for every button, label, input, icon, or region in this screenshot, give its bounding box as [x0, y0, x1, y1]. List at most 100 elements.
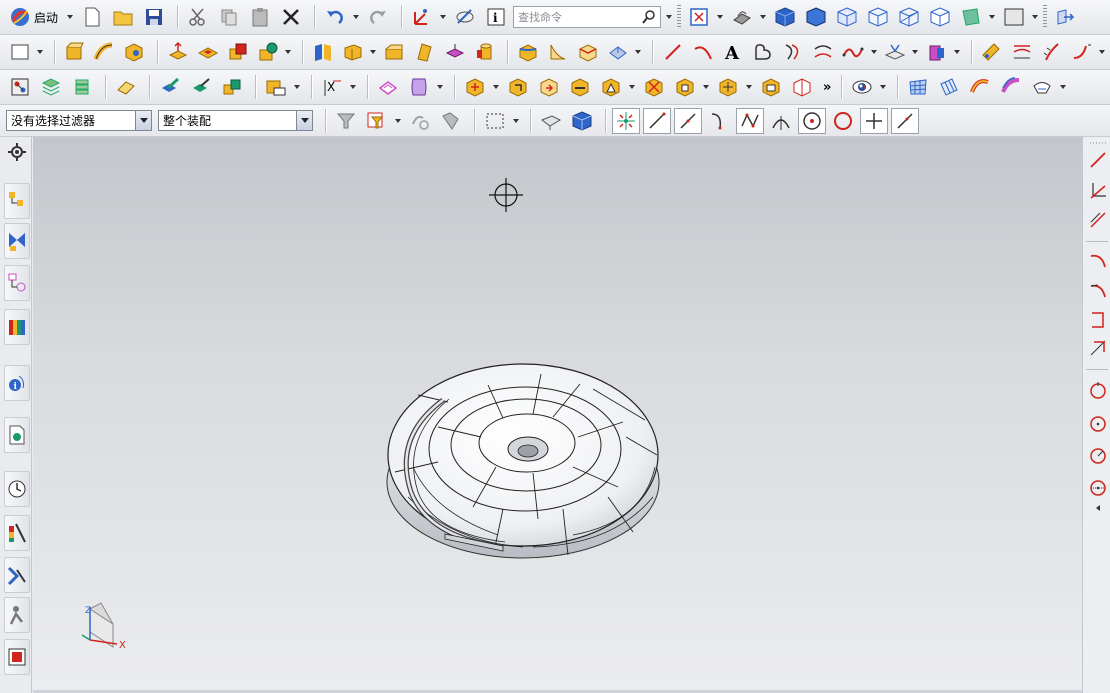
- edit-object-display-button[interactable]: [112, 73, 140, 101]
- part-navigator-tab[interactable]: [4, 265, 30, 301]
- project-dropdown[interactable]: [911, 38, 919, 66]
- delete-button[interactable]: [277, 3, 305, 31]
- assembly-constraint-button[interactable]: [262, 73, 290, 101]
- process-studio-tab[interactable]: [4, 471, 30, 507]
- general-selection-filter-button[interactable]: [332, 107, 360, 135]
- filter-dropdown[interactable]: [394, 107, 402, 135]
- show-hide-dropdown[interactable]: [879, 73, 887, 101]
- select-solid-button[interactable]: [568, 107, 596, 135]
- snap-endpoint-toggle[interactable]: [643, 107, 671, 134]
- dim-edges-button[interactable]: [895, 3, 923, 31]
- reuse-library-tab[interactable]: [4, 309, 30, 345]
- block-button[interactable]: [121, 38, 148, 66]
- exploded-view-button[interactable]: [640, 73, 668, 101]
- fit-view-dropdown[interactable]: [716, 3, 724, 31]
- pattern-button[interactable]: X: [318, 73, 346, 101]
- shaded-edges-button[interactable]: [802, 3, 830, 31]
- outline-curve-button[interactable]: [749, 38, 776, 66]
- add-component-button[interactable]: [156, 73, 184, 101]
- line-tool-button[interactable]: [1087, 149, 1109, 171]
- line-button[interactable]: [659, 38, 686, 66]
- history-tab[interactable]: [4, 417, 30, 453]
- boolean-button[interactable]: [224, 38, 251, 66]
- search-dropdown[interactable]: [665, 3, 673, 31]
- derived-curve-dropdown[interactable]: [953, 38, 961, 66]
- snap-point-on-curve-toggle[interactable]: [891, 107, 919, 134]
- shaded-view-button[interactable]: [771, 3, 799, 31]
- save-button[interactable]: [140, 3, 168, 31]
- assembly-navigator-button[interactable]: [6, 73, 34, 101]
- resource-bar-settings-button[interactable]: [4, 139, 30, 165]
- circle-diameter-button[interactable]: [1087, 477, 1109, 499]
- intersection-curve-button[interactable]: [923, 38, 950, 66]
- drafting-dropdown[interactable]: [436, 73, 444, 101]
- component-properties-button[interactable]: [714, 73, 742, 101]
- manufacturing-wizard-tab[interactable]: [4, 515, 30, 551]
- extrude-button[interactable]: [61, 38, 88, 66]
- redo-button[interactable]: [364, 3, 392, 31]
- arc-fillet-button[interactable]: [1087, 337, 1109, 359]
- edge-blend-button[interactable]: [514, 38, 541, 66]
- sheet-metal-button[interactable]: [374, 73, 402, 101]
- wcs-button[interactable]: [408, 3, 436, 31]
- toolbar-overflow-mark[interactable]: »: [823, 80, 831, 95]
- undo-list-dropdown[interactable]: [352, 3, 360, 31]
- studio-surface-button[interactable]: [935, 73, 963, 101]
- wireframe-button[interactable]: [833, 3, 861, 31]
- chamfer-button[interactable]: [574, 38, 601, 66]
- check-clearance-button[interactable]: [597, 73, 625, 101]
- surface-dropdown[interactable]: [1059, 73, 1067, 101]
- replace-component-button[interactable]: [504, 73, 532, 101]
- axis-line-button[interactable]: [1087, 179, 1109, 201]
- reposition-button[interactable]: [535, 73, 563, 101]
- text-button[interactable]: A: [719, 38, 746, 66]
- shell-button[interactable]: [254, 38, 281, 66]
- wrap-assembly-button[interactable]: [788, 73, 816, 101]
- selection-scope-select[interactable]: 整个装配: [158, 110, 313, 131]
- layer-settings-button[interactable]: [37, 73, 65, 101]
- toolbar-grip[interactable]: [677, 5, 682, 29]
- cylinder-button[interactable]: [471, 38, 498, 66]
- snap-arc-center-button[interactable]: [767, 107, 795, 135]
- curve-dropdown[interactable]: [870, 38, 878, 66]
- graphics-viewport[interactable]: Z X: [33, 137, 1082, 690]
- chevron-down-icon[interactable]: [135, 111, 151, 130]
- draft-button[interactable]: [441, 38, 468, 66]
- trim-body-button[interactable]: [381, 38, 408, 66]
- show-hide-button[interactable]: [848, 73, 876, 101]
- undo-button[interactable]: [321, 3, 349, 31]
- snap-control-point-button[interactable]: [705, 107, 733, 135]
- move-component-button[interactable]: [461, 73, 489, 101]
- right-toolbar-scroll-button[interactable]: [1087, 503, 1109, 513]
- deviation-button[interactable]: [1068, 38, 1095, 66]
- project-curve-button[interactable]: [881, 38, 908, 66]
- palette-tab[interactable]: [4, 639, 30, 675]
- variational-sweep-button[interactable]: [997, 73, 1025, 101]
- command-search-box[interactable]: 查找命令: [513, 6, 662, 28]
- sweep-button[interactable]: [91, 38, 118, 66]
- check-dropdown[interactable]: [628, 73, 636, 101]
- bridge-curve-button[interactable]: [810, 38, 837, 66]
- reset-filter-button[interactable]: [363, 107, 391, 135]
- face-blend-button[interactable]: [544, 38, 571, 66]
- circle-center-button[interactable]: [1087, 413, 1109, 435]
- new-component-button[interactable]: [187, 73, 215, 101]
- toolbar-grip[interactable]: [1043, 5, 1048, 29]
- pattern-dropdown[interactable]: [349, 73, 357, 101]
- web-browser-tab[interactable]: i: [4, 365, 30, 401]
- snap-quadrant-button[interactable]: [829, 107, 857, 135]
- measure-button[interactable]: [978, 38, 1005, 66]
- split-body-button[interactable]: [411, 38, 438, 66]
- face-analysis-button[interactable]: [957, 3, 985, 31]
- constraint-dropdown[interactable]: [293, 73, 301, 101]
- hidden-edges-button[interactable]: [864, 3, 892, 31]
- view-window-button[interactable]: [6, 38, 33, 66]
- arc-three-point-button[interactable]: [1087, 249, 1109, 271]
- analysis-dropdown[interactable]: [1098, 38, 1106, 66]
- roles-tab[interactable]: [4, 557, 30, 593]
- type-filter-select[interactable]: 没有选择过滤器: [6, 110, 152, 131]
- wcs-dropdown[interactable]: [439, 3, 447, 31]
- offset-face-button[interactable]: [339, 38, 366, 66]
- background-dropdown[interactable]: [1031, 3, 1039, 31]
- curvature-comb-button[interactable]: [1038, 38, 1065, 66]
